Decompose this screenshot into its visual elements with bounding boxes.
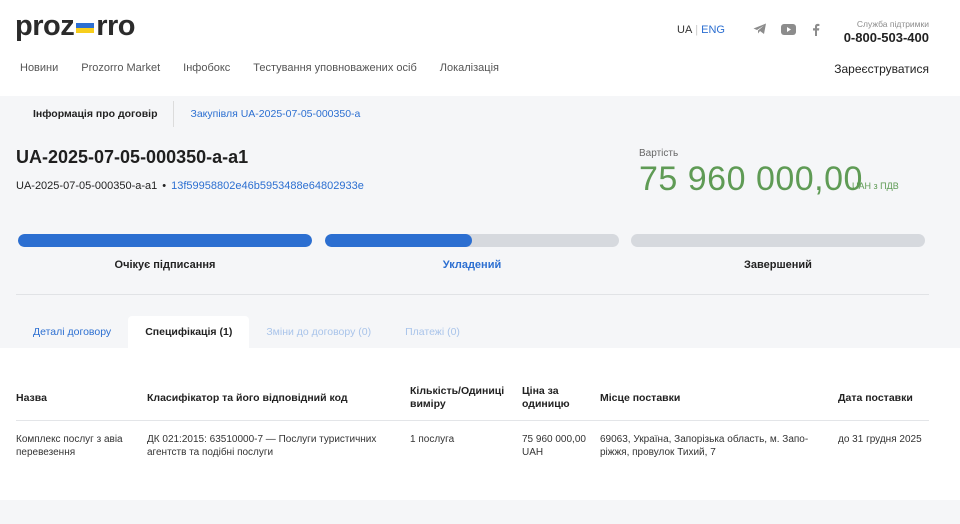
id-separator: •: [162, 180, 167, 192]
cell-delivery-place: 69063, Україна, Запорізька область, м. З…: [600, 434, 809, 458]
tab-payments[interactable]: Платежі (0): [388, 316, 477, 348]
col-header-name: Назва: [16, 392, 47, 404]
col-header-delivery-date: Дата поставки: [838, 392, 913, 404]
breadcrumb-contract-info: Інформація про договір: [33, 108, 158, 120]
nav-prozorro-market[interactable]: Prozorro Market: [81, 62, 160, 74]
nav-news[interactable]: Новини: [20, 62, 58, 74]
col-header-delivery-place: Місце поставки: [600, 392, 681, 404]
stage-awaiting-signature: Очікує підписання: [18, 234, 312, 271]
stage-track: [18, 234, 312, 247]
youtube-icon[interactable]: [780, 22, 796, 36]
ukraine-flag-icon: [76, 22, 95, 33]
social-links: [752, 22, 824, 36]
stage-label: Завершений: [744, 259, 812, 271]
contract-hash-link[interactable]: 13f59958802e46b5953488e64802933e: [171, 180, 364, 192]
language-switcher: UA | ENG: [677, 24, 725, 36]
stage-concluded: Укладений: [325, 234, 619, 271]
contract-identifiers: UA-2025-07-05-000350-a-a1 • 13f59958802e46…: [16, 180, 364, 192]
contract-price: 75 960 000,00: [639, 160, 863, 198]
cell-classifier: ДК 021:2015: 63510000-7 — Послуги турист…: [147, 434, 377, 458]
facebook-icon[interactable]: [808, 22, 824, 36]
support-contact: Служба підтримки 0-800-503-400: [844, 19, 929, 45]
nav-localization[interactable]: Локалізація: [440, 62, 499, 74]
cell-delivery-date: до 31 грудня 2025: [838, 434, 922, 445]
section-divider: [16, 294, 929, 295]
main-nav: Новини Prozorro Market Інфобокс Тестуван…: [20, 62, 499, 74]
tab-specification[interactable]: Специфікація (1): [128, 316, 250, 348]
lang-eng[interactable]: ENG: [701, 24, 725, 36]
stage-completed: Завершений: [631, 234, 925, 271]
prozorro-logo[interactable]: proz rro: [15, 10, 136, 43]
nav-infobox[interactable]: Інфобокс: [183, 62, 230, 74]
cell-quantity: 1 послуга: [410, 434, 455, 445]
support-phone[interactable]: 0-800-503-400: [844, 30, 929, 45]
col-header-quantity: Кількість/Одиниці виміру: [410, 385, 505, 410]
stage-track: [631, 234, 925, 247]
stage-fill: [18, 234, 312, 247]
col-header-unit-price: Ціна за одиницю: [522, 385, 570, 410]
telegram-icon[interactable]: [752, 22, 768, 36]
stage-label: Очікує підписання: [114, 259, 216, 271]
stage-label: Укладений: [442, 259, 502, 271]
contract-id: UA-2025-07-05-000350-a-a1: [16, 180, 158, 192]
page-title: UA-2025-07-05-000350-a-a1: [16, 147, 249, 167]
specification-table: Назва Класифікатор та його відповідний к…: [0, 348, 960, 500]
nav-testing[interactable]: Тестування уповноважених осіб: [253, 62, 416, 74]
breadcrumb: Інформація про договір Закупівля UA-2025…: [17, 100, 376, 128]
table-row-divider: [16, 420, 929, 421]
col-header-classifier: Класифікатор та його відповідний код: [147, 392, 348, 404]
support-label: Служба підтримки: [856, 19, 929, 29]
register-link[interactable]: Зареєструватися: [834, 62, 929, 76]
stage-fill: [325, 234, 472, 247]
tab-contract-changes[interactable]: Зміни до договору (0): [249, 316, 388, 348]
lang-ua[interactable]: UA: [677, 24, 692, 36]
stage-track: [325, 234, 619, 247]
contract-tabs: Деталі договору Специфікація (1) Зміни д…: [16, 316, 477, 348]
site-header: proz rro UA | ENG Служба підтримки 0-800-50…: [0, 0, 960, 96]
breadcrumb-tender-link[interactable]: Закупівля UA-2025-07-05-000350-a: [174, 108, 376, 120]
tab-contract-details[interactable]: Деталі договору: [16, 316, 128, 348]
price-label: Вартість: [639, 148, 679, 159]
price-currency: UAH з ПДВ: [852, 181, 899, 191]
cell-name: Комплекс послуг з авіа перевезення: [16, 434, 123, 458]
cell-unit-price: 75 960 000,00 UAH: [522, 434, 586, 458]
